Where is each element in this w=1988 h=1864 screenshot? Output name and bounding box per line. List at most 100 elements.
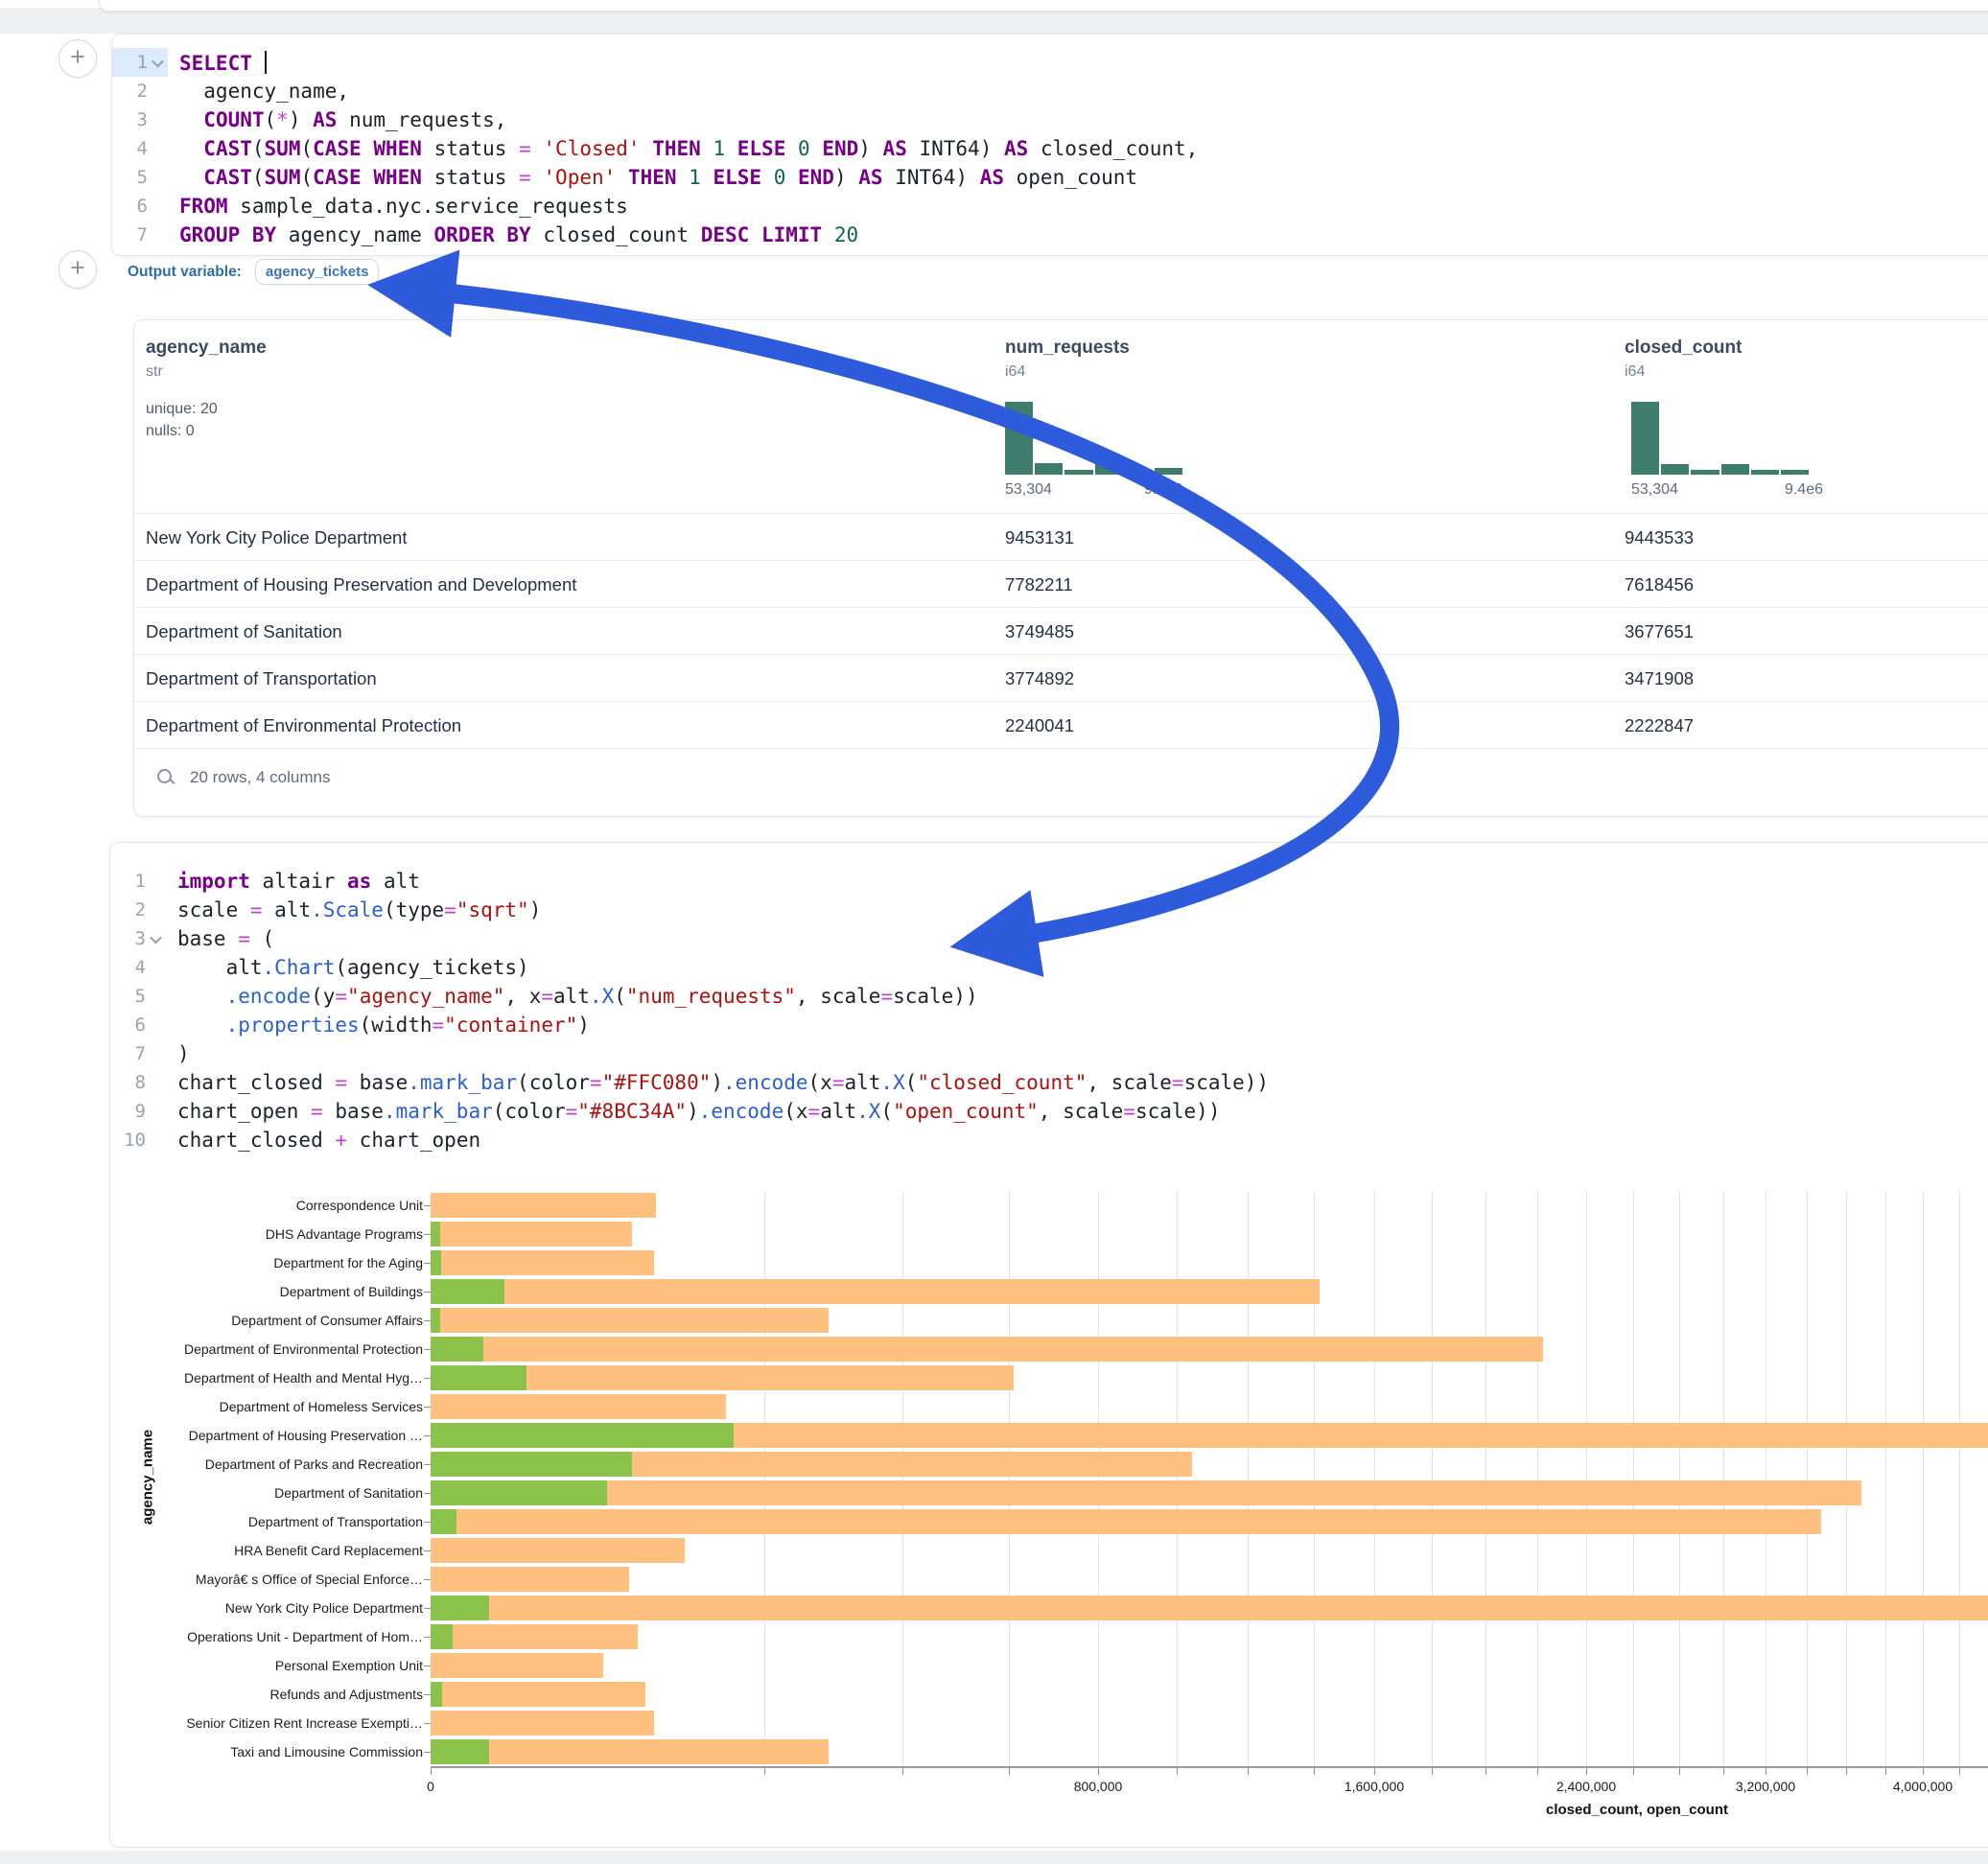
chart-gridline [1807, 1191, 1808, 1767]
table-row[interactable]: Department of Housing Preservation and D… [134, 560, 1988, 608]
bar-closed[interactable] [431, 1682, 645, 1707]
table-row[interactable]: Department of Sanitation37494853677651 [134, 607, 1988, 655]
bar-open[interactable] [431, 1250, 441, 1275]
chart-y-tick [424, 1292, 431, 1293]
code-token: status [422, 166, 519, 189]
bar-closed[interactable] [431, 1624, 638, 1649]
output-variable-chip[interactable]: agency_tickets [255, 259, 380, 285]
search-icon[interactable] [155, 767, 176, 788]
bar-open[interactable] [431, 1739, 489, 1764]
column-header-agency-name[interactable]: agency_name [146, 338, 267, 359]
bar-closed[interactable] [431, 1509, 1821, 1534]
histogram-bar [1125, 470, 1153, 475]
code-token: DESC [701, 223, 750, 246]
table-row[interactable]: Department of Transportation377489234719… [134, 654, 1988, 702]
code-token [701, 166, 713, 189]
chart-x-tick [1485, 1768, 1486, 1775]
chart-y-tick [424, 1608, 431, 1609]
fold-caret-icon[interactable] [152, 55, 164, 67]
code-line[interactable]: 3 COUNT(*) AS num_requests, [112, 105, 1988, 134]
column-header-num-requests[interactable]: num_requests [1005, 338, 1130, 359]
bar-open[interactable] [431, 1509, 456, 1534]
bar-closed[interactable] [431, 1193, 656, 1218]
sql-code-editor[interactable]: 1SELECT 2 agency_name,3 COUNT(*) AS num_… [112, 48, 1988, 249]
bar-closed[interactable] [431, 1653, 603, 1678]
code-line[interactable]: 6FROM sample_data.nyc.service_requests [112, 192, 1988, 221]
code-text[interactable]: GROUP BY agency_name ORDER BY closed_cou… [168, 223, 858, 246]
code-text[interactable]: CAST(SUM(CASE WHEN status = 'Closed' THE… [168, 137, 1198, 160]
chart-x-tick [1009, 1768, 1010, 1775]
bar-closed[interactable] [431, 1222, 632, 1247]
code-token: ( [300, 166, 313, 189]
code-token: 1 [689, 166, 701, 189]
histogram-closed-count[interactable] [1631, 402, 1809, 475]
bar-open[interactable] [431, 1308, 440, 1333]
add-cell-button-top[interactable]: + [58, 39, 97, 78]
bar-open[interactable] [431, 1624, 453, 1649]
bar-closed[interactable] [431, 1538, 685, 1563]
chart-gridline [1846, 1191, 1847, 1767]
cell-closed-count: 3677651 [1625, 621, 1694, 642]
bar-closed[interactable] [431, 1308, 829, 1333]
histogram-num-requests[interactable] [1005, 402, 1182, 475]
cell-num-requests: 9453131 [1005, 527, 1074, 548]
code-line[interactable]: 1SELECT [112, 48, 1988, 77]
code-token [179, 108, 203, 131]
column-header-closed-count[interactable]: closed_count [1625, 338, 1742, 359]
table-row[interactable]: Department of Environmental Protection22… [134, 701, 1988, 749]
chart-x-tick [1807, 1768, 1808, 1775]
code-text[interactable]: CAST(SUM(CASE WHEN status = 'Open' THEN … [168, 166, 1137, 189]
chart-x-axis-title: closed_count, open_count [1445, 1802, 1829, 1818]
code-token [362, 137, 374, 160]
bar-open[interactable] [431, 1596, 489, 1620]
chart-gridline [1885, 1191, 1886, 1767]
bar-open[interactable] [431, 1222, 440, 1247]
code-token: 'Closed' [543, 137, 640, 160]
code-token: ) [289, 108, 313, 131]
cell-closed-count: 2222847 [1625, 715, 1694, 736]
code-text[interactable]: agency_name, [168, 80, 349, 103]
bar-open[interactable] [431, 1337, 483, 1362]
bar-open[interactable] [431, 1279, 504, 1304]
chart-y-tick [424, 1694, 431, 1695]
chart-y-axis-labels: Correspondence UnitDHS Advantage Program… [110, 1191, 423, 1766]
code-line[interactable]: 4 CAST(SUM(CASE WHEN status = 'Closed' T… [112, 134, 1988, 163]
bar-closed[interactable] [431, 1480, 1861, 1505]
code-token: COUNT [203, 108, 264, 131]
bar-open[interactable] [431, 1365, 526, 1390]
cell-gap-top [0, 8, 1988, 34]
bar-open[interactable] [431, 1423, 734, 1448]
output-variable-label: Output variable: [128, 264, 242, 281]
code-text[interactable]: COUNT(*) AS num_requests, [168, 108, 506, 131]
add-cell-button-output[interactable]: + [58, 250, 97, 289]
bar-closed[interactable] [431, 1739, 829, 1764]
code-token: FROM [179, 195, 228, 218]
bar-open[interactable] [431, 1480, 607, 1505]
chart-y-tick [424, 1349, 431, 1350]
bar-closed[interactable] [431, 1394, 726, 1419]
code-line[interactable]: 5 CAST(SUM(CASE WHEN status = 'Open' THE… [112, 163, 1988, 192]
code-line[interactable]: 7GROUP BY agency_name ORDER BY closed_co… [112, 221, 1988, 249]
chart-gridline [1374, 1191, 1375, 1767]
histogram-bar [1095, 464, 1123, 475]
bar-open[interactable] [431, 1682, 442, 1707]
bar-closed[interactable] [431, 1250, 654, 1275]
chart-y-tick [424, 1579, 431, 1580]
code-token: closed_count [531, 223, 701, 246]
bar-closed[interactable] [431, 1711, 654, 1736]
bar-closed[interactable] [431, 1567, 629, 1592]
code-token: open_count [1004, 166, 1137, 189]
chart-y-tick [424, 1493, 431, 1494]
histogram-labels-closed-count: 53,304 9.4e6 [1631, 481, 1823, 499]
bar-closed[interactable] [431, 1337, 1543, 1362]
code-text[interactable]: FROM sample_data.nyc.service_requests [168, 195, 628, 218]
table-row[interactable]: New York City Police Department945313194… [134, 513, 1988, 561]
code-text[interactable]: SELECT [168, 51, 267, 75]
bar-open[interactable] [431, 1452, 632, 1477]
bar-closed[interactable] [431, 1279, 1320, 1304]
code-token: INT64) [907, 137, 1004, 160]
chart-y-tick [424, 1234, 431, 1235]
code-line[interactable]: 2 agency_name, [112, 77, 1988, 105]
bar-closed[interactable] [431, 1596, 1988, 1620]
code-token [810, 137, 823, 160]
